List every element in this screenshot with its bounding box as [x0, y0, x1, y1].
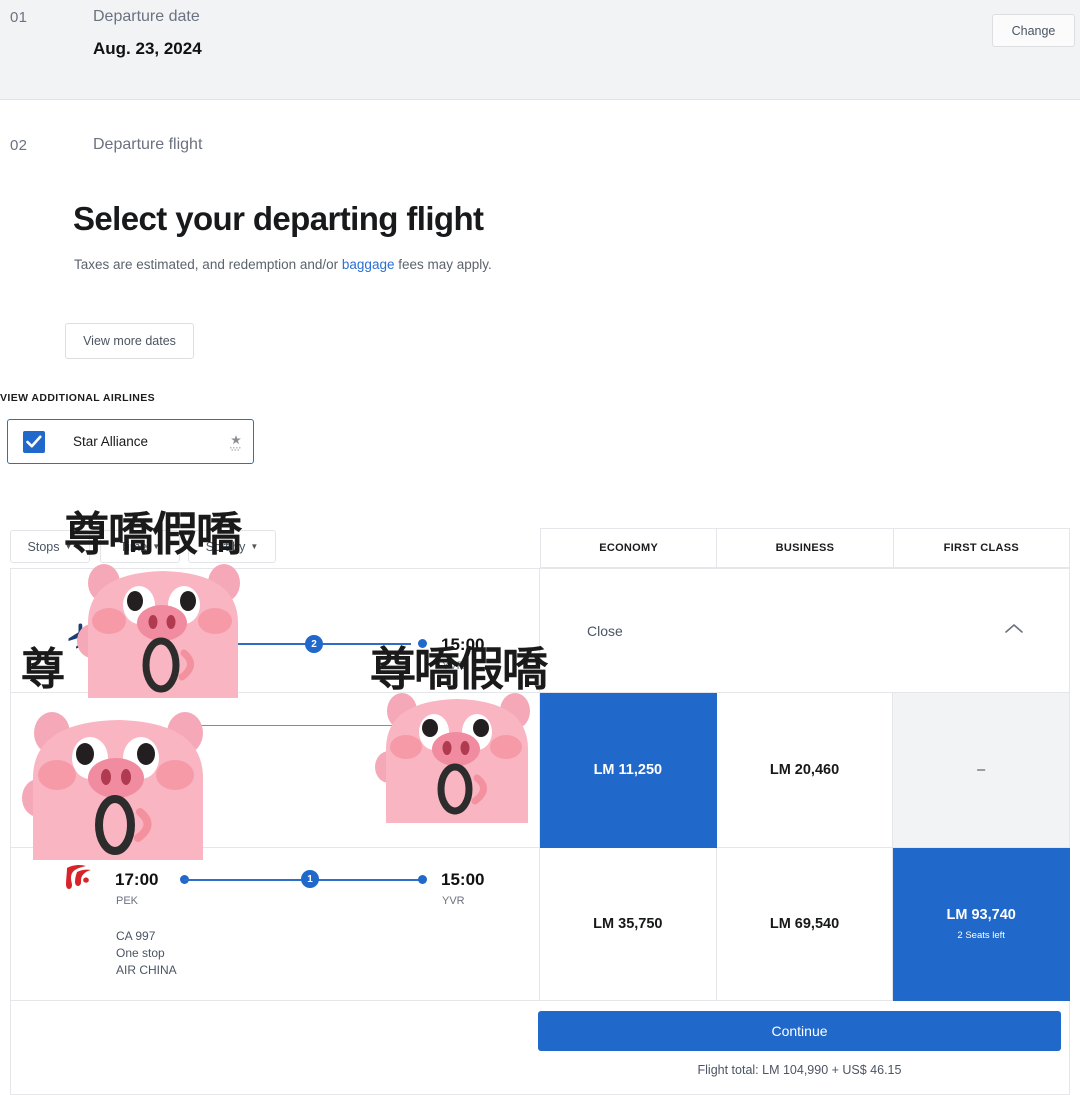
stops-badge-row-3: 1 — [301, 870, 319, 888]
table-row: LM 11,250 LM 20,460 – — [10, 693, 1071, 848]
price-value: LM 20,460 — [769, 762, 840, 778]
arrive-time-row-1: 15:00 — [441, 635, 485, 654]
star-alliance-logo — [230, 435, 241, 451]
departure-date-value: Aug. 23, 2024 — [93, 39, 202, 58]
change-date-button[interactable]: Change — [992, 14, 1075, 47]
departure-flight-label: Departure flight — [93, 136, 203, 153]
air-china-logo — [66, 864, 91, 889]
price-value: LM 93,740 — [946, 907, 1016, 923]
star-alliance-checkbox[interactable] — [23, 431, 45, 453]
price-cell-first-class-row-2: – — [893, 693, 1071, 848]
route-depart-dot-row-2 — [187, 722, 194, 729]
price-cell-economy-row-3[interactable]: LM 35,750 — [540, 848, 717, 1001]
price-value: LM 11,250 — [593, 762, 663, 778]
price-value: LM 35,750 — [593, 916, 663, 932]
filter-time-label: Time — [119, 539, 148, 554]
flight-number-row-3: CA 997 — [116, 929, 156, 943]
row-3-cells: LM 35,750 LM 69,540 LM 93,740 2 Seats le… — [540, 848, 1071, 1001]
arrive-code-row-3: YVR — [442, 895, 465, 907]
taxes-note-suffix: fees may apply. — [394, 257, 492, 272]
arrive-code-row-1: YVR — [442, 660, 465, 672]
view-additional-airlines-title: VIEW ADDITIONAL AIRLINES — [0, 392, 156, 404]
filter-time[interactable]: Time ▼ — [100, 530, 180, 563]
star-alliance-label: Star Alliance — [73, 434, 149, 449]
table-header-row: ECONOMY BUSINESS FIRST CLASS — [540, 528, 1070, 568]
price-value: LM 69,540 — [769, 916, 840, 932]
airplane-icon — [68, 623, 93, 649]
filter-stops[interactable]: Stops ▼ — [10, 530, 90, 563]
column-header-business: BUSINESS — [717, 528, 894, 568]
flight-summary-row-1[interactable]: 2 15:00 YVR Details — [10, 568, 540, 705]
route-line-row-2 — [194, 725, 426, 726]
price-cell-economy-row-2[interactable]: LM 11,250 — [540, 693, 717, 848]
depart-code-row-3: PEK — [116, 895, 139, 907]
route-arrive-dot-row-3 — [418, 875, 427, 884]
price-cell-business-row-2[interactable]: LM 20,460 — [716, 693, 894, 848]
departure-date-label: Departure date — [93, 8, 200, 25]
taxes-note-prefix: Taxes are estimated, and redemption and/… — [74, 257, 342, 272]
flight-summary-row-2[interactable] — [10, 693, 540, 848]
column-header-economy: ECONOMY — [540, 528, 718, 568]
chevron-down-icon: ▼ — [152, 542, 161, 551]
results-footer: Continue Flight total: LM 104,990 + US$ … — [10, 1001, 1070, 1095]
table-row: 2 15:00 YVR Details Close — [10, 568, 1070, 705]
view-more-dates-button[interactable]: View more dates — [65, 323, 194, 359]
close-label: Close — [587, 623, 623, 639]
route-line-row-1 — [196, 643, 411, 645]
price-cell-first-class-row-3[interactable]: LM 93,740 2 Seats left — [893, 848, 1071, 1001]
stops-badge-row-1: 2 — [305, 635, 323, 653]
arrive-time-row-3: 15:00 — [441, 870, 485, 889]
depart-time-row-3: 17:00 — [115, 870, 159, 889]
table-row: 17:00 PEK 1 15:00 YVR CA 997 One stop AI… — [10, 848, 1071, 1001]
flight-summary-row-3[interactable]: 17:00 PEK 1 15:00 YVR CA 997 One stop AI… — [10, 848, 540, 1001]
route-arrive-dot-row-1 — [418, 639, 427, 648]
filter-sort-by-label: Sort by — [205, 539, 246, 554]
flight-total-text: Flight total: LM 104,990 + US$ 46.15 — [697, 1063, 902, 1077]
taxes-note: Taxes are estimated, and redemption and/… — [74, 257, 492, 272]
column-header-first-class: FIRST CLASS — [893, 528, 1070, 568]
step-number-02: 02 — [10, 137, 28, 154]
filter-sort-by[interactable]: Sort by ▼ — [188, 530, 276, 563]
chevron-down-icon: ▼ — [250, 542, 259, 551]
price-value: – — [977, 762, 986, 778]
chevron-up-icon — [1005, 624, 1023, 633]
airline-name-row-3: AIR CHINA — [116, 963, 177, 977]
continue-button[interactable]: Continue — [538, 1011, 1061, 1051]
stops-text-row-3: One stop — [116, 946, 165, 960]
seats-left-badge: 2 Seats left — [957, 930, 1005, 941]
departure-date-panel: 01 Departure date Aug. 23, 2024 Change — [0, 0, 1080, 100]
row-1-cells: Close — [540, 568, 1070, 693]
baggage-link[interactable]: baggage — [342, 257, 395, 272]
step-number-01: 01 — [10, 9, 28, 26]
row-2-cells: LM 11,250 LM 20,460 – — [540, 693, 1071, 848]
collapse-row-1-button[interactable]: Close — [540, 568, 1070, 693]
checkmark-icon — [26, 435, 42, 448]
filter-stops-label: Stops — [27, 539, 60, 554]
price-cell-business-row-3[interactable]: LM 69,540 — [716, 848, 894, 1001]
star-alliance-option[interactable]: Star Alliance — [7, 419, 254, 464]
chevron-down-icon: ▼ — [64, 542, 73, 551]
page-title: Select your departing flight — [73, 200, 484, 237]
